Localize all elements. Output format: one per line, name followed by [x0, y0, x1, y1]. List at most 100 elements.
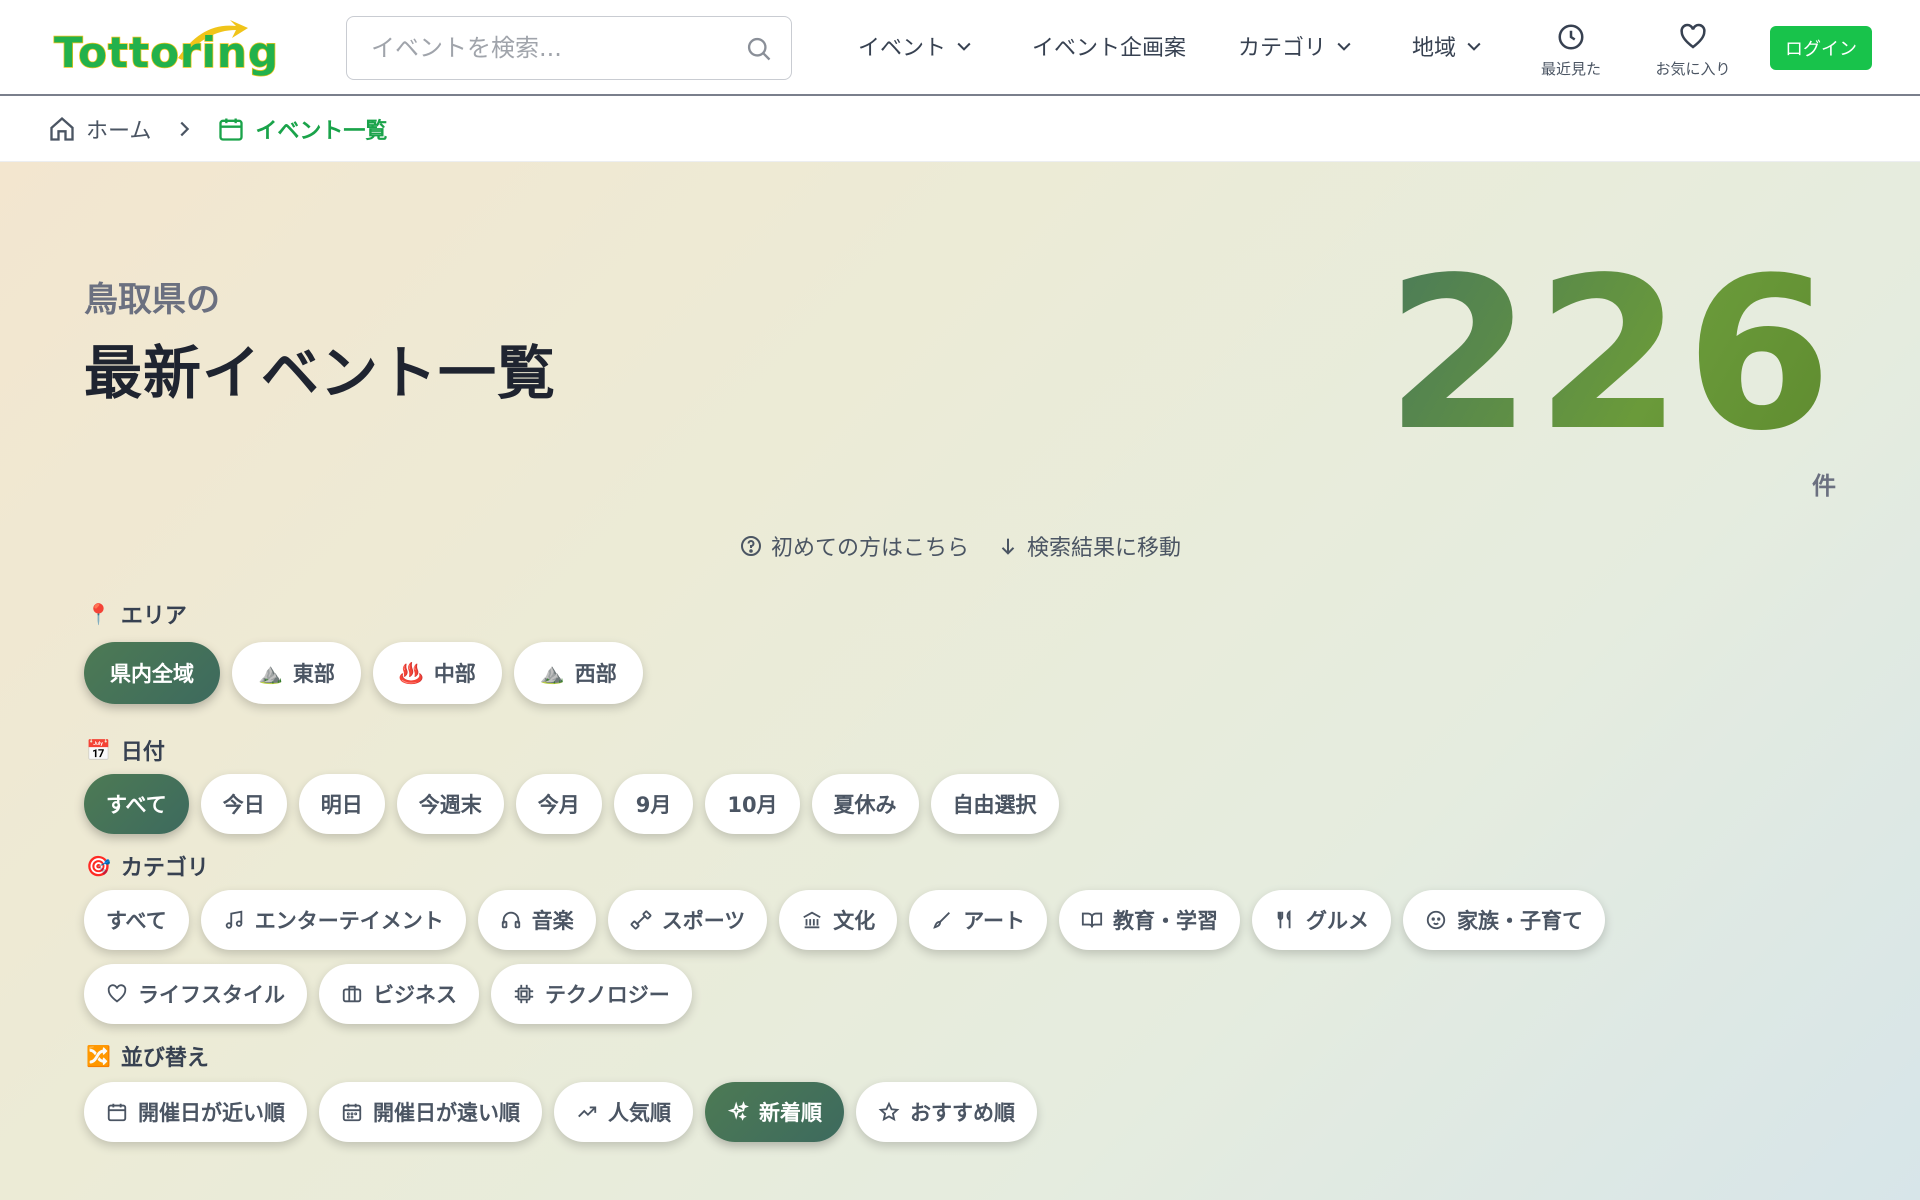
sort-label: 並び替え: [120, 1046, 209, 1071]
sort-chip-date-near[interactable]: 開催日が近い順: [84, 1082, 307, 1142]
sort-chip-newest[interactable]: 新着順: [705, 1082, 844, 1142]
category-chip-technology[interactable]: テクノロジー: [491, 964, 692, 1024]
chip-label: すべて: [106, 909, 167, 933]
area-filter-row: 県内全域 ⛰️ 東部 ♨️ 中部 ⛰️ 西部: [84, 642, 643, 704]
nav-categories[interactable]: カテゴリ: [1238, 30, 1354, 62]
date-section-label: 📅 日付: [86, 734, 165, 766]
chip-label: 新着順: [759, 1101, 822, 1125]
headphones-icon: [501, 911, 520, 929]
help-links: 初めての方はこちら 検索結果に移動: [0, 530, 1920, 562]
calendar-icon: 📅: [86, 738, 111, 762]
chip-label: 今週末: [418, 793, 482, 817]
pin-icon: 📍: [86, 602, 111, 626]
recently-viewed-button[interactable]: 最近見た: [1516, 22, 1626, 79]
site-header: Tottoring イベント イベント企画案 カテゴリ 地域 最近見た お気に入…: [0, 0, 1920, 96]
sort-chip-recommended[interactable]: おすすめ順: [856, 1082, 1037, 1142]
favorites-button[interactable]: お気に入り: [1638, 22, 1748, 79]
calendar-icon: [219, 118, 244, 141]
sort-section-label: 🔀 並び替え: [86, 1040, 209, 1072]
category-chip-education[interactable]: 教育・学習: [1059, 890, 1241, 950]
area-chip-east[interactable]: ⛰️ 東部: [232, 642, 361, 704]
chip-label: 開催日が近い順: [138, 1101, 285, 1125]
date-chip-summer-break[interactable]: 夏休み: [811, 774, 919, 834]
search-icon[interactable]: [745, 35, 773, 63]
chip-label: 9月: [635, 793, 672, 817]
logo-text: Tottoring: [53, 27, 280, 78]
category-chip-entertainment[interactable]: エンターテイメント: [200, 890, 466, 950]
date-chip-all[interactable]: すべて: [84, 774, 189, 834]
mountain-icon: ⛰️: [539, 661, 565, 685]
sparkles-icon: [727, 1101, 749, 1121]
event-count-unit: 件: [1812, 472, 1836, 500]
site-logo[interactable]: Tottoring: [53, 16, 294, 82]
chip-label: 人気順: [608, 1101, 671, 1125]
star-icon: [878, 1101, 900, 1122]
target-icon: 🎯: [86, 854, 111, 878]
search-box[interactable]: [346, 16, 792, 80]
area-chip-all[interactable]: 県内全域: [84, 642, 220, 704]
nav-regions[interactable]: 地域: [1412, 30, 1484, 62]
category-chip-culture[interactable]: 文化: [779, 890, 898, 950]
date-label: 日付: [120, 740, 165, 765]
category-chip-all[interactable]: すべて: [84, 890, 189, 950]
sort-chip-popular[interactable]: 人気順: [554, 1082, 693, 1142]
nav-regions-label: 地域: [1412, 36, 1457, 61]
date-chip-weekend[interactable]: 今週末: [396, 774, 504, 834]
date-chip-september[interactable]: 9月: [613, 774, 694, 834]
area-chip-west[interactable]: ⛰️ 西部: [513, 642, 643, 704]
breadcrumb-current: イベント一覧: [217, 113, 387, 145]
category-chip-family[interactable]: 家族・子育て: [1403, 890, 1606, 950]
nav-events[interactable]: イベント: [858, 30, 974, 62]
chevron-down-icon: [1337, 42, 1351, 51]
search-input[interactable]: [371, 34, 731, 62]
chip-label: 県内全域: [110, 662, 194, 686]
chip-label: おすすめ順: [910, 1101, 1015, 1125]
chip-label: エンターテイメント: [254, 909, 444, 933]
login-button[interactable]: ログイン: [1770, 26, 1872, 70]
chip-label: スポーツ: [661, 909, 746, 933]
date-chip-today[interactable]: 今日: [200, 774, 287, 834]
category-chip-music[interactable]: 音楽: [477, 890, 596, 950]
area-section-label: 📍 エリア: [86, 598, 187, 630]
jump-to-results-link[interactable]: 検索結果に移動: [997, 530, 1181, 562]
date-chip-this-month[interactable]: 今月: [515, 774, 602, 834]
breadcrumb-home[interactable]: ホーム: [48, 113, 151, 145]
first-time-label: 初めての方はこちら: [770, 536, 969, 561]
event-count: 226: [1385, 232, 1836, 477]
sort-chip-date-far[interactable]: 開催日が遠い順: [319, 1082, 542, 1142]
date-chip-custom[interactable]: 自由選択: [930, 774, 1059, 834]
category-chip-sports[interactable]: スポーツ: [607, 890, 768, 950]
dumbbell-icon: [630, 910, 652, 930]
nav-categories-label: カテゴリ: [1238, 36, 1327, 61]
question-circle-icon: [740, 536, 761, 556]
calendar-days-icon: [342, 1103, 362, 1122]
chip-icon: [514, 984, 534, 1004]
favorites-label: お気に入り: [1655, 60, 1731, 78]
baby-face-icon: [1426, 910, 1446, 930]
first-time-link[interactable]: 初めての方はこちら: [739, 530, 969, 562]
chip-label: 中部: [433, 662, 476, 686]
recently-viewed-label: 最近見た: [1540, 60, 1601, 78]
area-chip-central[interactable]: ♨️ 中部: [372, 642, 502, 704]
nav-event-plans[interactable]: イベント企画案: [1032, 30, 1186, 62]
calendar-icon: [107, 1103, 127, 1122]
chip-label: 東部: [292, 662, 335, 686]
chip-label: 明日: [320, 793, 363, 817]
category-chip-art[interactable]: アート: [909, 890, 1048, 950]
date-chip-october[interactable]: 10月: [705, 774, 800, 834]
category-chip-gourmet[interactable]: グルメ: [1252, 890, 1392, 950]
book-open-icon: [1081, 912, 1103, 928]
date-chip-tomorrow[interactable]: 明日: [298, 774, 385, 834]
hero-subtitle: 鳥取県の: [84, 280, 220, 320]
category-chip-business[interactable]: ビジネス: [319, 964, 479, 1024]
chip-label: 今日: [222, 793, 265, 817]
chip-label: テクノロジー: [545, 983, 670, 1007]
nav-event-plans-label: イベント企画案: [1032, 36, 1187, 61]
category-chip-lifestyle[interactable]: ライフスタイル: [84, 964, 307, 1024]
clock-icon: [1558, 24, 1584, 50]
nav-events-label: イベント: [858, 36, 947, 61]
chevron-right-icon: [180, 121, 190, 136]
utensils-icon: [1277, 910, 1291, 929]
chevron-down-icon: [957, 42, 971, 51]
jump-to-results-label: 検索結果に移動: [1027, 536, 1182, 561]
